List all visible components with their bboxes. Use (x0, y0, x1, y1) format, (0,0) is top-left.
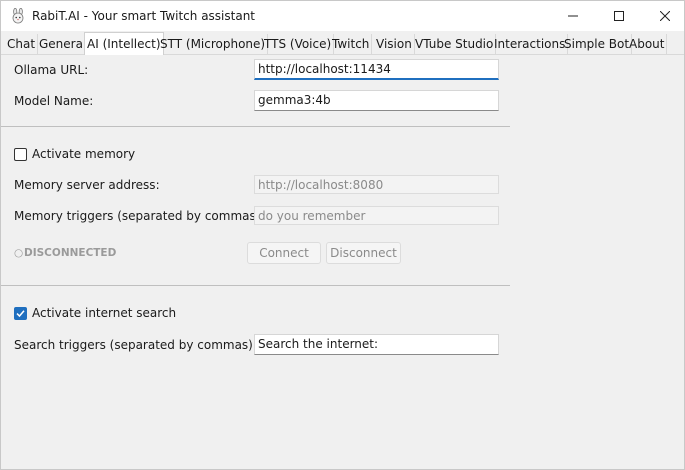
tab-ai-intellect[interactable]: AI (Intellect) (84, 32, 164, 56)
ollama-url-label: Ollama URL: (14, 63, 89, 77)
memory-triggers-label: Memory triggers (separated by commas): (14, 209, 265, 223)
model-name-input[interactable]: gemma3:4b (254, 90, 499, 111)
activate-memory-label: Activate memory (32, 147, 136, 161)
ollama-url-input[interactable]: http://localhost:11434 (254, 59, 499, 80)
checkmark-icon (16, 310, 25, 318)
model-name-label: Model Name: (14, 94, 94, 108)
tab-chat[interactable]: Chat (5, 34, 39, 55)
app-window: RabiT.AI - Your smart Twitch assistant C… (0, 0, 685, 470)
maximize-button[interactable] (596, 1, 642, 31)
tab-simple-bot[interactable]: Simple Bot (562, 34, 633, 55)
memory-server-input[interactable]: http://localhost:8080 (254, 175, 499, 194)
tab-tts-voice[interactable]: TTS (Voice) (262, 34, 335, 55)
ai-settings-panel: Ollama URL: http://localhost:11434 Model… (1, 55, 684, 469)
window-title: RabiT.AI - Your smart Twitch assistant (32, 9, 256, 23)
connection-status-icon: ○ (14, 247, 24, 259)
tab-about[interactable]: About (627, 34, 668, 55)
disconnect-button[interactable]: Disconnect (326, 242, 401, 264)
section-divider (1, 126, 510, 127)
memory-server-label: Memory server address: (14, 178, 160, 192)
tab-bar: Chat General AI (Intellect) STT (Microph… (1, 31, 684, 56)
activate-search-label: Activate internet search (32, 306, 177, 320)
tab-twitch[interactable]: Twitch (330, 34, 373, 55)
tab-general[interactable]: General (37, 34, 90, 55)
tab-stt-microphone[interactable]: STT (Microphone) (158, 34, 269, 55)
section-divider (1, 285, 510, 286)
activate-search-checkbox[interactable] (14, 307, 27, 320)
connection-status-text: DISCONNECTED (24, 247, 117, 259)
minimize-button[interactable] (550, 1, 596, 31)
memory-triggers-input[interactable]: do you remember (254, 206, 499, 225)
search-triggers-input[interactable]: Search the internet: (254, 334, 499, 355)
rabbit-app-icon (12, 8, 24, 24)
connect-button[interactable]: Connect (247, 242, 321, 264)
search-triggers-label: Search triggers (separated by commas): (14, 338, 257, 352)
close-button[interactable] (642, 1, 685, 31)
maximize-icon (614, 11, 624, 21)
minimize-icon (568, 15, 578, 17)
tab-vtube-studio[interactable]: VTube Studio (413, 34, 497, 55)
close-icon (660, 11, 670, 21)
tab-vision[interactable]: Vision (374, 34, 415, 55)
title-bar: RabiT.AI - Your smart Twitch assistant (1, 1, 684, 31)
tab-interactions[interactable]: Interactions (492, 34, 569, 55)
activate-memory-checkbox[interactable] (14, 148, 27, 161)
